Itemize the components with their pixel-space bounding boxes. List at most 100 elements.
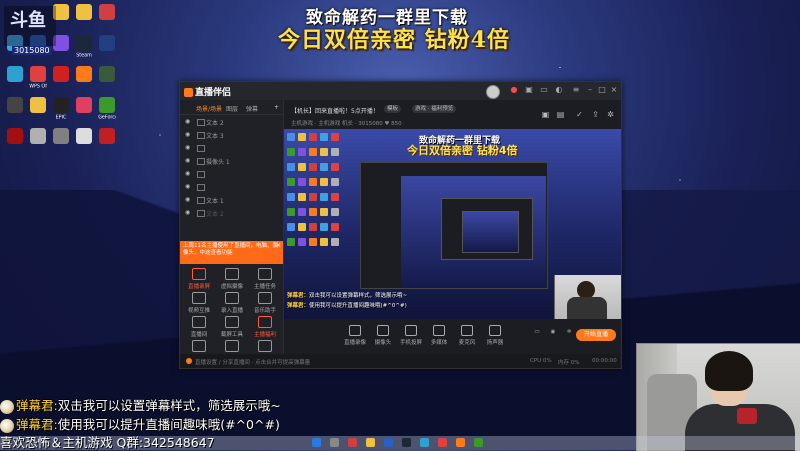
tab-layers[interactable]: 图层 <box>226 104 238 113</box>
chat-icon[interactable]: ▤ <box>556 110 565 119</box>
preview-desktop-icon <box>331 223 339 231</box>
tool-button[interactable]: 主播福利 <box>250 316 280 338</box>
visibility-eye-icon[interactable]: ◉ <box>185 157 190 164</box>
desktop-icon[interactable] <box>73 128 95 145</box>
app-icon <box>53 128 69 144</box>
desktop-icon[interactable] <box>96 128 118 145</box>
preview-desktop-icon <box>320 223 328 231</box>
visibility-eye-icon[interactable]: ◉ <box>185 209 190 216</box>
tool-icon <box>225 316 239 328</box>
control-button[interactable]: 直播录像 <box>342 325 368 346</box>
preview-desktop-icon <box>320 208 328 216</box>
notification-icon[interactable]: ● <box>510 86 518 94</box>
desktop-icon[interactable] <box>73 97 95 114</box>
control-button[interactable]: 麦克风 <box>454 325 480 346</box>
desktop-icon[interactable] <box>96 66 118 83</box>
menu-icon[interactable]: ≡ <box>572 86 580 94</box>
share-icon[interactable]: ⇪ <box>591 110 600 119</box>
lock-icon[interactable]: ▣ <box>541 110 550 119</box>
visibility-eye-icon[interactable]: ◉ <box>185 170 190 177</box>
scene-item[interactable]: ◉ 文本 2 <box>180 115 283 128</box>
taskbar-app-icon[interactable] <box>384 438 393 447</box>
control-button[interactable]: 摄像头 <box>370 325 396 346</box>
message-icon[interactable]: ▭ <box>540 86 548 94</box>
desktop-icon[interactable] <box>73 4 95 21</box>
taskbar-app-icon[interactable] <box>402 438 411 447</box>
room-title[interactable]: 【机长】回来直播啦！5点开播！ <box>291 106 379 115</box>
visibility-eye-icon[interactable]: ◉ <box>185 196 190 203</box>
desktop-icon[interactable] <box>96 4 118 21</box>
taskbar-app-icon[interactable] <box>438 438 447 447</box>
desktop-icon[interactable] <box>27 128 49 145</box>
app-titlebar[interactable]: 直播伴侣 ● ▣ ▭ ◐ ≡ – □ × <box>180 82 621 100</box>
desktop-icon[interactable] <box>73 66 95 83</box>
tool-label: 截屏工具 <box>220 332 243 338</box>
user-avatar[interactable] <box>486 85 500 99</box>
scene-item[interactable]: ◉ 文本 3 <box>180 128 283 141</box>
minimize-icon[interactable]: – <box>586 86 594 94</box>
visibility-eye-icon[interactable]: ◉ <box>185 144 190 151</box>
taskbar-app-icon[interactable] <box>348 438 357 447</box>
taskbar-app-icon[interactable] <box>330 438 339 447</box>
gift-icon[interactable]: ▣ <box>525 86 533 94</box>
visibility-eye-icon[interactable]: ◉ <box>185 183 190 190</box>
desktop-icon[interactable] <box>50 128 72 145</box>
control-button[interactable]: 多媒体 <box>426 325 452 346</box>
settings-icon[interactable]: ✲ <box>606 110 615 119</box>
scene-item-label: 文本 2 <box>206 211 224 218</box>
template-pill[interactable]: 模板 <box>384 105 402 113</box>
tool-button[interactable]: 截屏工具 <box>217 316 247 338</box>
scene-item[interactable]: ◉ <box>180 141 283 154</box>
streaming-app-window[interactable]: 直播伴侣 ● ▣ ▭ ◐ ≡ – □ × 场景/场景 图层 弹幕 + ◉ 文本 2… <box>179 81 622 369</box>
desktop-icon[interactable] <box>50 66 72 83</box>
scene-item[interactable]: ◉ <box>180 167 283 180</box>
scene-item[interactable]: ◉ 文本 2 <box>180 206 283 219</box>
skin-icon[interactable]: ◐ <box>555 86 563 94</box>
category-pill[interactable]: 游戏 · 福利预览 <box>412 105 457 113</box>
tool-button[interactable]: 虚拟摄像 <box>217 268 247 290</box>
visibility-eye-icon[interactable]: ◉ <box>185 118 190 125</box>
maximize-icon[interactable]: □ <box>598 86 606 94</box>
task-icon[interactable]: ✓ <box>575 110 584 119</box>
control-button[interactable]: 扬声器 <box>482 325 508 346</box>
tool-button[interactable] <box>217 340 247 354</box>
taskbar-app-icon[interactable] <box>474 438 483 447</box>
scene-item[interactable]: ◉ 文本 1 <box>180 193 283 206</box>
scene-item[interactable]: ◉ <box>180 180 283 193</box>
desktop-icon[interactable] <box>4 66 26 83</box>
tool-button[interactable] <box>250 340 280 354</box>
taskbar-app-icon[interactable] <box>366 438 375 447</box>
tool-button[interactable]: 直播录屏 <box>184 268 214 290</box>
tool-button[interactable]: 音乐助手 <box>250 292 280 314</box>
desktop-icon[interactable]: EPIC <box>50 97 72 121</box>
desktop-icon[interactable] <box>4 128 26 145</box>
taskbar-app-icon[interactable] <box>420 438 429 447</box>
add-icon[interactable]: + <box>274 104 279 111</box>
tool-label: 主播任务 <box>253 284 276 290</box>
close-icon[interactable]: × <box>610 86 618 94</box>
stream-preview[interactable]: 致命解药一群里下载 今日双倍亲密 钻粉4倍 弹幕君：双击我可以设置弹幕样式，筛选… <box>284 129 621 319</box>
tool-button[interactable] <box>184 340 214 354</box>
desktop-icon[interactable] <box>4 97 26 114</box>
tool-button[interactable]: 主播任务 <box>250 268 280 290</box>
desktop-icon[interactable] <box>27 97 49 114</box>
tool-button[interactable]: 直播间 <box>184 316 214 338</box>
taskbar-app-icon[interactable] <box>456 438 465 447</box>
notice-banner[interactable]: 上周11名主播使用了直播间，电脑、摄像头，中途查看功能 × <box>180 241 283 264</box>
desktop-icon[interactable]: Steam <box>73 35 95 59</box>
tool-button[interactable]: 录入直播 <box>217 292 247 314</box>
scene-item[interactable]: ◉ 摄像头 1 <box>180 154 283 167</box>
desktop-icon[interactable]: GeForce <box>96 97 118 121</box>
visibility-eye-icon[interactable]: ◉ <box>185 131 190 138</box>
desktop-icon[interactable] <box>96 35 118 52</box>
status-left-text[interactable]: 直播设置 / 分享直播间 · 点击合并可提高弹幕量 <box>195 358 310 366</box>
desktop-icon-label: EPIC <box>55 114 67 121</box>
tab-danmaku[interactable]: 弹幕 <box>246 104 258 113</box>
notice-close-icon[interactable]: × <box>276 242 281 249</box>
start-live-button[interactable]: 开始直播 <box>576 329 616 341</box>
desktop-icon[interactable]: WPS Office <box>27 66 49 90</box>
control-button[interactable]: 手机投屏 <box>398 325 424 346</box>
tab-scenes[interactable]: 场景/场景 <box>196 104 222 113</box>
taskbar-app-icon[interactable] <box>312 438 321 447</box>
tool-button[interactable]: 视频互推 <box>184 292 214 314</box>
